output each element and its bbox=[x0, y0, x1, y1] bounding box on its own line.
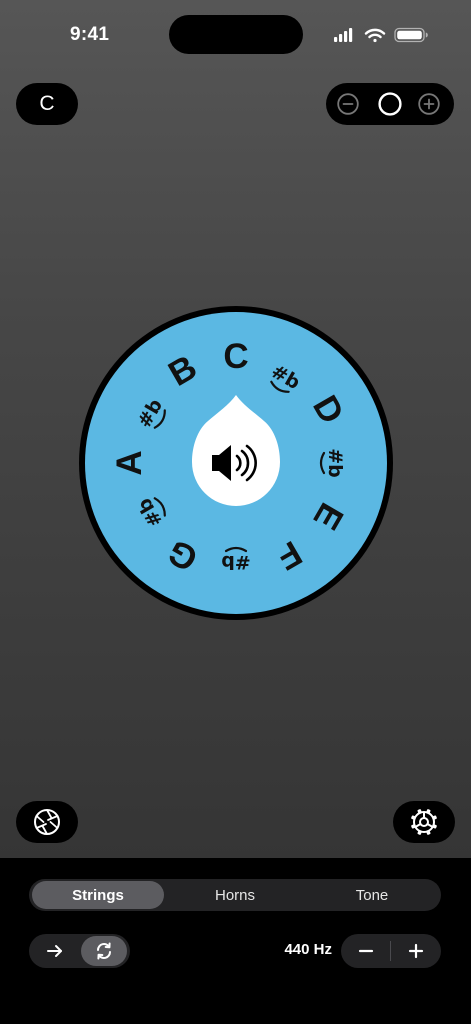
note-c[interactable]: C bbox=[223, 337, 248, 376]
bottom-panel: Strings Horns Tone 440 Hz bbox=[0, 858, 471, 1024]
repeat-icon bbox=[97, 942, 111, 960]
circle-icon bbox=[378, 92, 402, 116]
note-d-sharp-e-flat[interactable]: #b bbox=[319, 448, 346, 478]
direction-toggle bbox=[29, 934, 130, 968]
battery-icon bbox=[394, 27, 428, 43]
status-icons bbox=[330, 26, 430, 44]
tab-strings[interactable]: Strings bbox=[32, 881, 164, 909]
tab-horns[interactable]: Horns bbox=[169, 881, 301, 909]
accidental-label: #b bbox=[221, 551, 251, 573]
volume-level-button[interactable] bbox=[378, 92, 402, 116]
gear-icon bbox=[411, 809, 437, 835]
settings-button[interactable] bbox=[393, 801, 455, 843]
plus-circle-icon bbox=[418, 93, 440, 115]
tab-horns-label: Horns bbox=[214, 886, 255, 904]
minus-icon bbox=[358, 949, 374, 953]
note-f-sharp-g-flat[interactable]: #b bbox=[221, 546, 251, 573]
aperture-icon bbox=[34, 809, 60, 835]
note-a[interactable]: A bbox=[110, 450, 149, 475]
pitch-wheel[interactable]: C D E F G A B #b #b #b #b #b bbox=[75, 302, 397, 624]
frequency-increase-button[interactable] bbox=[391, 934, 441, 968]
tab-strings-label: Strings bbox=[72, 886, 124, 904]
frequency-stepper bbox=[341, 934, 441, 968]
repeat-button[interactable] bbox=[81, 936, 127, 966]
accidental-label: #b bbox=[324, 448, 346, 478]
tab-tone-label: Tone bbox=[355, 886, 389, 904]
note-c-label: C bbox=[223, 337, 248, 376]
dynamic-island bbox=[169, 15, 303, 54]
volume-up-button[interactable] bbox=[418, 93, 440, 115]
forward-button[interactable] bbox=[32, 936, 78, 966]
frequency-label: 440 Hz bbox=[284, 941, 332, 958]
arrow-right-icon bbox=[47, 945, 62, 957]
mode-segmented-control: Strings Horns Tone bbox=[29, 879, 441, 911]
cellular-signal-icon bbox=[334, 28, 353, 42]
wifi-icon bbox=[364, 28, 386, 43]
note-a-label: A bbox=[110, 450, 149, 475]
status-bar: 9:41 bbox=[0, 0, 471, 70]
plus-icon bbox=[408, 943, 424, 959]
aperture-button[interactable] bbox=[16, 801, 78, 843]
minus-circle-icon bbox=[337, 93, 359, 115]
key-label: C bbox=[39, 92, 55, 115]
volume-down-button[interactable] bbox=[337, 93, 359, 115]
tab-tone[interactable]: Tone bbox=[306, 881, 438, 909]
volume-control bbox=[326, 83, 454, 125]
tuner-screen: 9:41 C C D E F G A B #b #b #b #b #b Stri… bbox=[0, 0, 471, 1024]
status-time: 9:41 bbox=[70, 24, 110, 45]
key-selector-button[interactable]: C bbox=[16, 83, 78, 125]
frequency-decrease-button[interactable] bbox=[341, 934, 391, 968]
